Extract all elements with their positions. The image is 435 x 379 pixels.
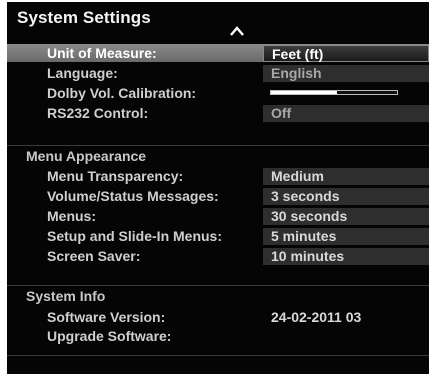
setting-row-language[interactable]: Language: English [7,64,429,82]
setting-row-setup-slide-in[interactable]: Setup and Slide-In Menus: 5 minutes [7,227,429,245]
setting-label: Setup and Slide-In Menus: [47,228,223,244]
setting-row-unit-of-measure[interactable]: Unit of Measure: Feet (ft) [7,44,429,62]
setting-row-menus[interactable]: Menus: 30 seconds [7,207,429,225]
divider [7,355,429,356]
section-title: Menu Appearance [26,148,147,164]
up-caret-icon[interactable] [228,23,246,39]
section-system-info: System Info [7,287,429,305]
divider [7,145,429,146]
slider-fill [271,91,337,94]
menu-transparency-value[interactable]: Medium [263,168,429,185]
setting-label: Upgrade Software: [47,328,172,344]
divider [7,285,429,286]
setting-label: Language: [47,65,118,81]
setting-row-rs232[interactable]: RS232 Control: Off [7,104,429,122]
setting-label: Menu Transparency: [47,168,184,184]
setting-row-upgrade-software[interactable]: Upgrade Software: [7,327,429,345]
setting-label: Volume/Status Messages: [47,188,219,204]
setting-label: Software Version: [47,309,166,325]
volume-status-value[interactable]: 3 seconds [263,188,429,205]
setting-row-volume-status[interactable]: Volume/Status Messages: 3 seconds [7,187,429,205]
setup-slide-in-value[interactable]: 5 minutes [263,228,429,245]
setting-label: Dolby Vol. Calibration: [47,85,197,101]
software-version-value: 24-02-2011 03 [271,309,362,325]
screen-saver-value[interactable]: 10 minutes [263,248,429,265]
setting-row-dolby-calibration[interactable]: Dolby Vol. Calibration: [7,84,429,102]
dolby-calibration-slider[interactable] [270,90,398,95]
unit-of-measure-value[interactable]: Feet (ft) [263,45,429,62]
setting-row-software-version: Software Version: 24-02-2011 03 [7,308,429,326]
rs232-value[interactable]: Off [263,105,429,122]
section-title: System Info [26,288,106,304]
menus-value[interactable]: 30 seconds [263,208,429,225]
page-title: System Settings [17,8,151,27]
setting-row-menu-transparency[interactable]: Menu Transparency: Medium [7,167,429,185]
setting-label: Unit of Measure: [47,45,157,61]
language-value[interactable]: English [263,65,429,82]
setting-label: Screen Saver: [47,248,141,264]
section-menu-appearance: Menu Appearance [7,147,429,165]
setting-label: RS232 Control: [47,105,149,121]
setting-row-screen-saver[interactable]: Screen Saver: 10 minutes [7,247,429,265]
setting-label: Menus: [47,208,96,224]
